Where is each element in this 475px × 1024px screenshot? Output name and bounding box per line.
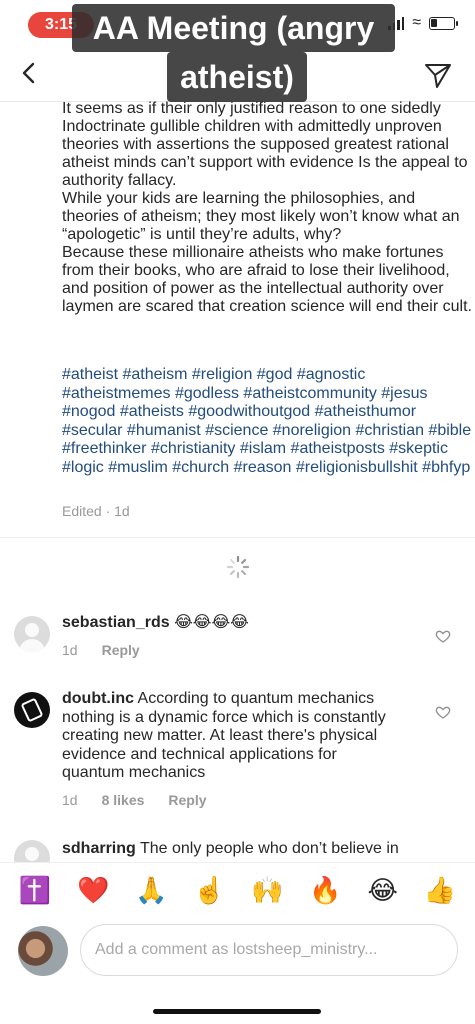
- cross-emoji[interactable]: ✝️: [19, 876, 51, 906]
- caption-paragraph: It seems as if their only justified reas…: [62, 100, 468, 189]
- heart-icon[interactable]: [435, 628, 451, 644]
- heart-icon[interactable]: [435, 704, 451, 720]
- comment-item: sdharring The only people who don’t beli…: [0, 836, 475, 862]
- overlay-title-line1: AA Meeting (angry: [72, 4, 395, 52]
- loading-spinner-icon: [226, 555, 250, 579]
- battery-icon: [429, 16, 458, 30]
- likes-count[interactable]: 8 likes: [102, 792, 145, 808]
- comment-input[interactable]: [80, 924, 458, 976]
- avatar[interactable]: [14, 692, 50, 728]
- praying-hands-emoji[interactable]: 🙏: [135, 876, 167, 906]
- heart-emoji[interactable]: ❤️: [77, 876, 109, 906]
- comment-text: sebastian_rds 😂😂😂😂: [62, 614, 402, 633]
- send-direct-icon[interactable]: [423, 60, 453, 90]
- post-caption: It seems as if their only justified reas…: [62, 100, 472, 316]
- raised-hands-emoji[interactable]: 🙌: [251, 876, 283, 906]
- avatar[interactable]: [14, 616, 50, 652]
- status-icons: ≈: [388, 14, 458, 32]
- thumbs-up-emoji[interactable]: 👍: [424, 876, 456, 906]
- emoji-quick-bar: ✝️ ❤️ 🙏 ☝️ 🙌 🔥 😂 👍: [0, 862, 475, 918]
- wifi-icon: ≈: [412, 14, 421, 31]
- user-avatar: [18, 926, 68, 976]
- back-chevron-icon[interactable]: [14, 58, 44, 88]
- comment-body: The only people who don’t believe in: [139, 840, 399, 857]
- comment-body: 😂😂😂😂: [174, 614, 249, 631]
- comment-age: 1d: [62, 642, 78, 658]
- comment-text: sdharring The only people who don’t beli…: [62, 840, 402, 859]
- divider: [0, 537, 475, 538]
- pointing-up-emoji[interactable]: ☝️: [193, 876, 225, 906]
- comment-username[interactable]: doubt.inc: [62, 690, 134, 707]
- home-indicator: [153, 1009, 321, 1014]
- caption-paragraph: While your kids are learning the philoso…: [62, 190, 460, 243]
- comment-username[interactable]: sebastian_rds: [62, 614, 170, 631]
- fire-emoji[interactable]: 🔥: [309, 876, 341, 906]
- avatar[interactable]: [14, 840, 50, 862]
- comment-meta: 1d Reply: [62, 642, 140, 658]
- comment-text: doubt.inc According to quantum mechanics…: [62, 690, 402, 783]
- comment-username[interactable]: sdharring: [62, 840, 136, 857]
- caption-paragraph: Because these millionaire atheists who m…: [62, 244, 472, 315]
- edited-timestamp: Edited · 1d: [62, 503, 130, 519]
- reply-button[interactable]: Reply: [168, 792, 206, 808]
- comment-input-row: [0, 918, 475, 984]
- laughing-emoji[interactable]: 😂: [368, 876, 398, 906]
- comment-meta: 1d 8 likes Reply: [62, 792, 207, 808]
- reply-button[interactable]: Reply: [102, 642, 140, 658]
- caption-hashtags[interactable]: #atheist #atheism #religion #god #agnost…: [62, 366, 472, 477]
- overlay-title-line2: atheist): [167, 52, 307, 102]
- comment-age: 1d: [62, 792, 78, 808]
